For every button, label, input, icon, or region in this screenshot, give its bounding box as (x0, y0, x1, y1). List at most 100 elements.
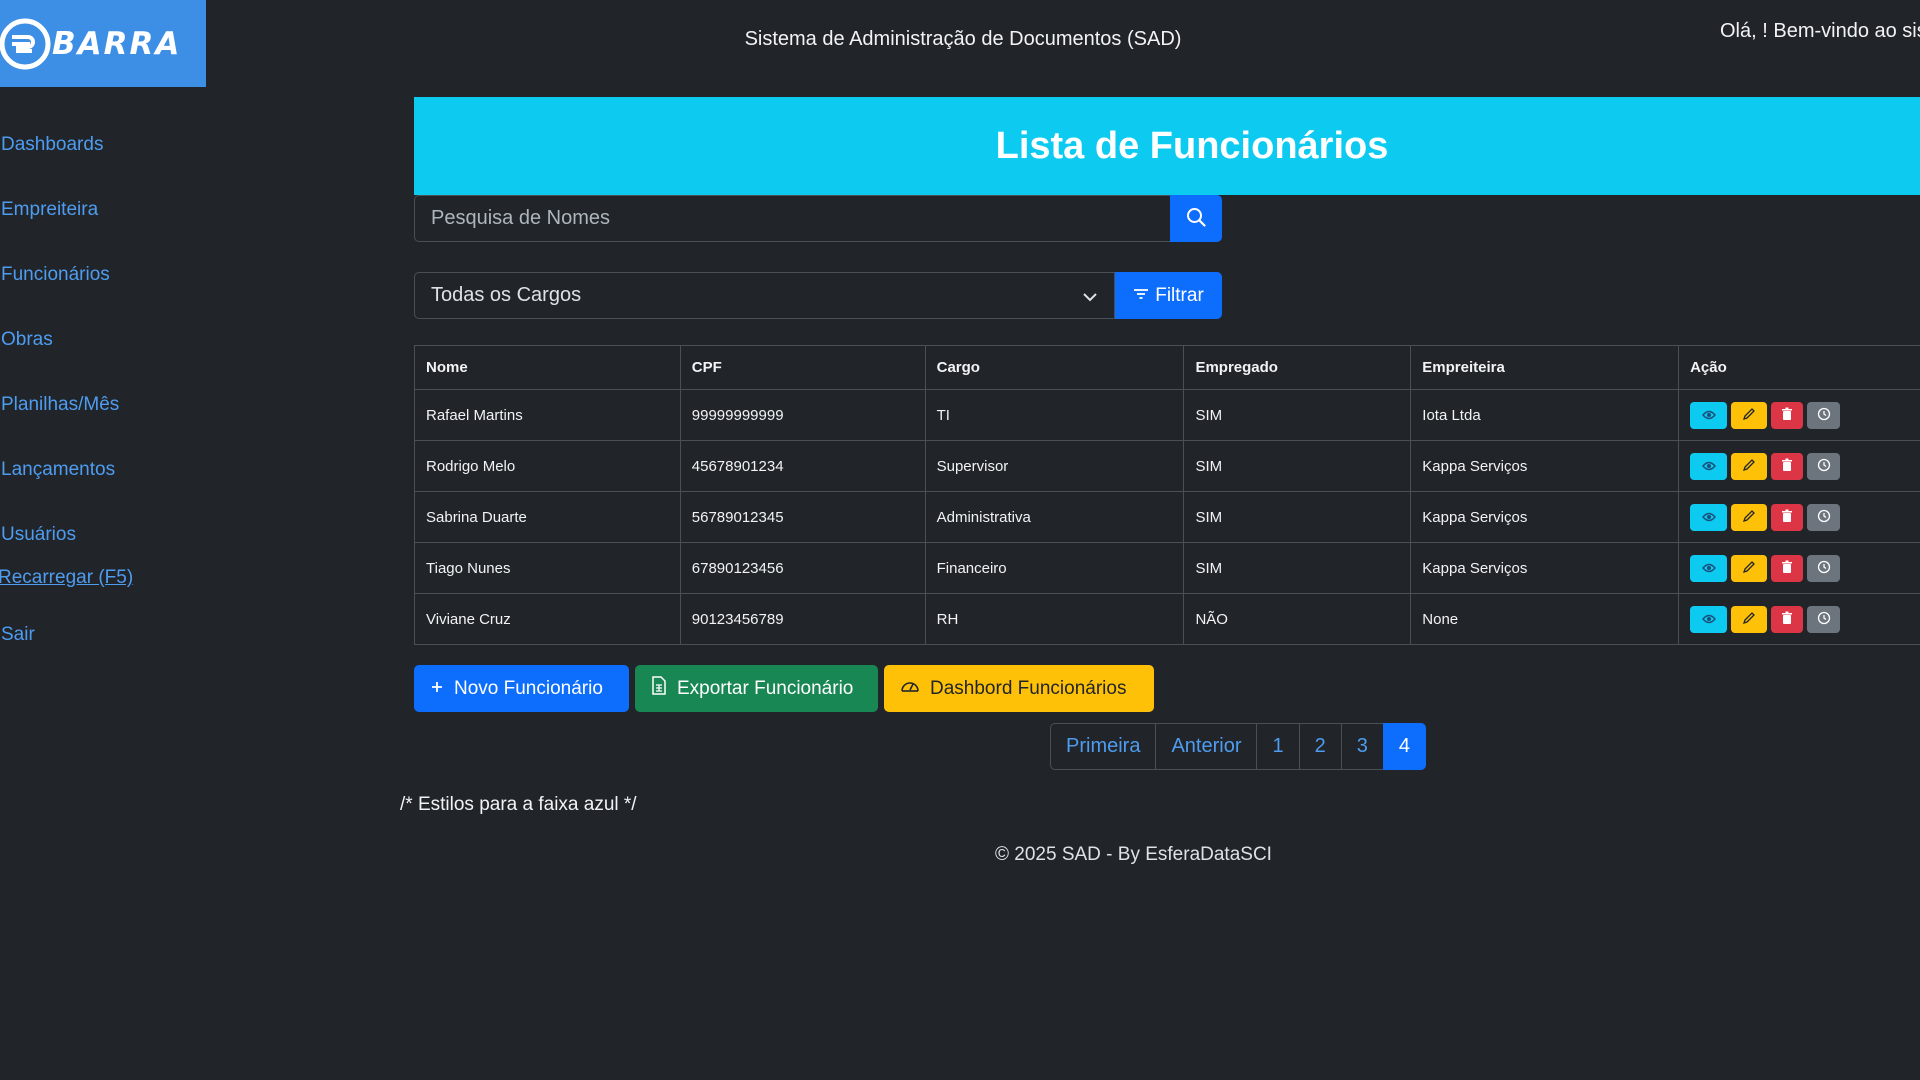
trash-icon (1781, 407, 1793, 424)
delete-button[interactable] (1771, 503, 1804, 531)
delete-button[interactable] (1771, 554, 1804, 582)
sidebar-item-reload[interactable]: Recarregar (F5) (0, 567, 133, 589)
filter-button-label: Filtrar (1155, 284, 1204, 306)
sidebar-item-logout[interactable]: Sair (1, 624, 35, 646)
view-button[interactable] (1690, 452, 1728, 480)
welcome-message: Olá, ! Bem-vindo ao sis (1720, 20, 1920, 42)
pencil-icon (1742, 611, 1756, 628)
search-icon (1186, 207, 1206, 230)
trash-icon (1781, 611, 1793, 628)
cell-cpf: 67890123456 (679, 542, 926, 594)
cell-nome: Rodrigo Melo (414, 440, 681, 492)
trash-icon (1781, 509, 1793, 526)
pencil-icon (1742, 509, 1756, 526)
history-button[interactable] (1807, 605, 1841, 633)
cargo-select-value: Todas os Cargos (431, 284, 582, 306)
table-row: Sabrina Duarte 56789012345 Administrativ… (414, 491, 1920, 543)
cell-nome: Tiago Nunes (414, 542, 681, 594)
edit-button[interactable] (1731, 401, 1768, 429)
pencil-icon (1742, 407, 1756, 424)
view-button[interactable] (1690, 401, 1728, 429)
column-header-cargo: Cargo (924, 345, 1185, 390)
clock-icon (1817, 509, 1831, 526)
eye-icon (1701, 408, 1716, 423)
sidebar-item-usuarios[interactable]: Usuários (1, 524, 76, 546)
column-header-cpf: CPF (679, 345, 926, 390)
sidebar-item-funcionarios[interactable]: Funcionários (1, 264, 110, 286)
sidebar-item-lancamentos[interactable]: Lançamentos (1, 459, 115, 481)
search-group (414, 195, 1222, 242)
filter-icon (1133, 285, 1149, 307)
cell-cargo: Supervisor (924, 440, 1185, 492)
pagination: Primeira Anterior 1 2 3 4 (1050, 723, 1426, 770)
delete-button[interactable] (1771, 452, 1804, 480)
search-input[interactable] (414, 195, 1170, 242)
pagination-page-2[interactable]: 2 (1298, 723, 1342, 770)
edit-button[interactable] (1731, 503, 1768, 531)
cell-actions (1678, 389, 1920, 441)
clock-icon (1817, 611, 1831, 628)
cell-actions (1678, 593, 1920, 645)
history-button[interactable] (1807, 554, 1841, 582)
pagination-page-3[interactable]: 3 (1340, 723, 1384, 770)
cell-cpf: 99999999999 (679, 389, 926, 441)
eye-icon (1701, 459, 1716, 474)
delete-button[interactable] (1771, 605, 1804, 633)
file-excel-icon (651, 676, 667, 701)
employees-table-wrap: Nome CPF Cargo Empregado Empreiteira Açã… (414, 345, 1920, 645)
cell-empreiteira: Kappa Serviços (1410, 491, 1680, 543)
sidebar-item-dashboards[interactable]: Dashboards (1, 134, 103, 156)
filter-group: Todas os Cargos Filtrar (414, 272, 1222, 319)
table-row: Viviane Cruz 90123456789 RH NÃO None (414, 593, 1920, 645)
cell-empreiteira: Kappa Serviços (1410, 440, 1680, 492)
sidebar-item-obras[interactable]: Obras (1, 329, 53, 351)
sidebar-item-planilhas[interactable]: Planilhas/Mês (1, 394, 119, 416)
table-row: Rafael Martins 99999999999 TI SIM Iota L… (414, 389, 1920, 441)
search-button[interactable] (1170, 195, 1222, 242)
edit-button[interactable] (1731, 452, 1768, 480)
cargo-select[interactable]: Todas os Cargos (414, 272, 1115, 319)
edit-button[interactable] (1731, 554, 1768, 582)
eye-icon (1701, 612, 1716, 627)
sidebar-item-empreiteira[interactable]: Empreiteira (1, 199, 98, 221)
clock-icon (1817, 560, 1831, 577)
cell-nome: Sabrina Duarte (414, 491, 681, 543)
speedometer-icon (900, 678, 920, 700)
cell-actions (1678, 491, 1920, 543)
chevron-down-icon (1082, 288, 1098, 311)
new-employee-button[interactable]: Novo Funcionário (414, 665, 629, 712)
view-button[interactable] (1690, 503, 1728, 531)
history-button[interactable] (1807, 452, 1841, 480)
edit-button[interactable] (1731, 605, 1768, 633)
cell-actions (1678, 542, 1920, 594)
pagination-first[interactable]: Primeira (1050, 723, 1157, 770)
cell-empreiteira: Iota Ltda (1410, 389, 1680, 441)
dashboard-employee-button[interactable]: Dashbord Funcionários (884, 665, 1154, 712)
employees-table: Nome CPF Cargo Empregado Empreiteira Açã… (414, 345, 1920, 645)
export-employee-button[interactable]: Exportar Funcionário (635, 665, 878, 712)
cell-cpf: 56789012345 (679, 491, 926, 543)
pagination-page-1[interactable]: 1 (1256, 723, 1300, 770)
stray-css-comment: /* Estilos para a faixa azul */ (400, 794, 637, 815)
cell-cargo: RH (924, 593, 1185, 645)
filter-button[interactable]: Filtrar (1115, 272, 1222, 319)
view-button[interactable] (1690, 605, 1728, 633)
trash-icon (1781, 458, 1793, 475)
pagination-page-4[interactable]: 4 (1382, 723, 1426, 770)
cell-empregado: SIM (1183, 542, 1412, 594)
cell-cargo: TI (924, 389, 1185, 441)
cell-nome: Viviane Cruz (414, 593, 681, 645)
clock-icon (1817, 407, 1831, 424)
cell-cpf: 90123456789 (679, 593, 926, 645)
pagination-prev[interactable]: Anterior (1155, 723, 1258, 770)
history-button[interactable] (1807, 401, 1841, 429)
cell-empreiteira: None (1410, 593, 1680, 645)
app-title: Sistema de Administração de Documentos (… (744, 28, 1182, 50)
delete-button[interactable] (1771, 401, 1804, 429)
history-button[interactable] (1807, 503, 1841, 531)
footer: © 2025 SAD - By EsferaDataSCI (995, 844, 1272, 865)
column-header-nome: Nome (414, 345, 681, 390)
clock-icon (1817, 458, 1831, 475)
view-button[interactable] (1690, 554, 1728, 582)
cell-empregado: SIM (1183, 440, 1412, 492)
